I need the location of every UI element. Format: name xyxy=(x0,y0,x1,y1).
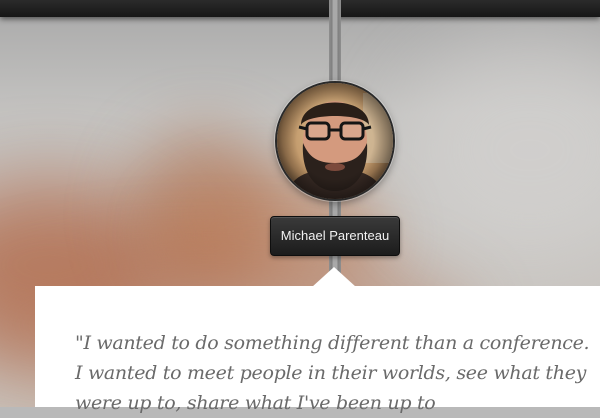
testimonial-quote: "I wanted to do something different than… xyxy=(75,332,590,414)
avatar[interactable] xyxy=(275,81,395,201)
name-tooltip: Michael Parenteau xyxy=(270,216,400,256)
bg-blur-light xyxy=(400,40,600,260)
card-pointer xyxy=(312,267,356,287)
avatar-icon xyxy=(277,83,393,199)
top-bar xyxy=(0,0,600,17)
